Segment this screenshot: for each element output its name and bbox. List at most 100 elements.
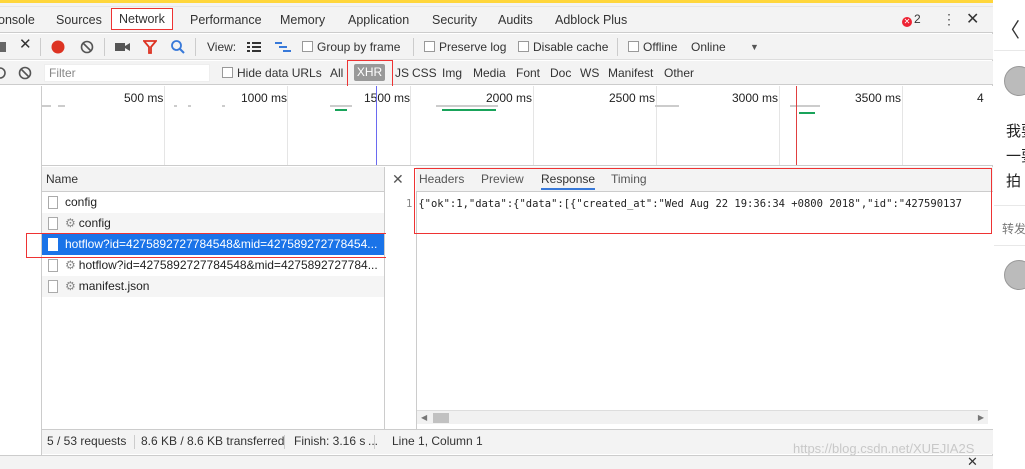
close-drawer-icon[interactable]: ✕: [967, 454, 978, 469]
devtools-tab-bar: onsole Sources Network Performance Memor…: [0, 7, 993, 33]
error-count: 2: [914, 12, 921, 26]
error-icon: ✕: [902, 17, 912, 27]
filter-type-js[interactable]: JS: [395, 65, 409, 81]
request-bar: [188, 105, 191, 107]
hide-data-urls-checkbox[interactable]: Hide data URLs: [222, 65, 322, 81]
tab-timing[interactable]: Timing: [611, 172, 647, 186]
drawer-strip: ✕: [0, 454, 993, 469]
large-request-rows-icon[interactable]: [247, 42, 261, 52]
divider: [994, 50, 1025, 51]
scroll-left-icon[interactable]: ◀: [421, 411, 427, 425]
avatar[interactable]: [1004, 260, 1025, 290]
filter-type-manifest[interactable]: Manifest: [608, 65, 653, 81]
throttling-select[interactable]: Online: [691, 39, 726, 55]
waterfall-overview-icon[interactable]: [275, 42, 291, 52]
tab-adblock-plus[interactable]: Adblock Plus: [555, 10, 627, 30]
tab-sources[interactable]: Sources: [56, 10, 102, 30]
grid-line: [902, 86, 903, 165]
timeline-label: 1500 ms: [364, 91, 411, 105]
tab-audits[interactable]: Audits: [498, 10, 533, 30]
repost-tab[interactable]: 转发: [1002, 220, 1025, 237]
load-marker: [796, 86, 797, 165]
tab-performance[interactable]: Performance: [190, 10, 262, 30]
details-divider: [416, 192, 417, 429]
filter-input[interactable]: Filter: [44, 64, 210, 82]
filter-type-ws[interactable]: WS: [580, 65, 599, 81]
group-by-frame-label: Group by frame: [317, 40, 401, 54]
filter-type-css[interactable]: CSS: [412, 65, 437, 81]
tab-console[interactable]: onsole: [0, 10, 35, 30]
name-column-header[interactable]: Name: [42, 167, 384, 192]
offline-label: Offline: [643, 40, 678, 54]
disable-cache-label: Disable cache: [533, 40, 609, 54]
gear-icon: ⚙: [65, 279, 76, 293]
tab-preview[interactable]: Preview: [481, 172, 524, 186]
tab-response[interactable]: Response: [541, 172, 596, 190]
cursor-position: Line 1, Column 1: [392, 434, 483, 448]
request-row[interactable]: config: [42, 192, 384, 213]
scrollbar-thumb[interactable]: [433, 413, 449, 423]
request-bar: [436, 105, 498, 107]
chevron-down-icon[interactable]: ▼: [750, 39, 759, 55]
status-divider: [134, 435, 135, 449]
grid-line: [164, 86, 165, 165]
tab-memory[interactable]: Memory: [280, 10, 325, 30]
filter-type-all[interactable]: All: [330, 65, 343, 81]
disable-cache-checkbox[interactable]: Disable cache: [518, 39, 608, 55]
tab-application[interactable]: Application: [348, 10, 409, 30]
grid-line: [779, 86, 780, 165]
throttling-value: Online: [691, 40, 726, 54]
request-name: manifest.json: [78, 279, 150, 293]
request-bar: [58, 105, 65, 107]
request-name-wrap: ⚙ manifest.json: [65, 276, 149, 297]
tab-security[interactable]: Security: [432, 10, 477, 30]
error-counter[interactable]: ✕ 2: [902, 12, 921, 27]
clear-icon[interactable]: [80, 40, 94, 54]
more-options-icon[interactable]: ⋮: [942, 11, 956, 28]
partial-icon: [0, 67, 6, 79]
domcontentloaded-marker: [376, 86, 377, 165]
close-details-icon[interactable]: ✕: [392, 171, 404, 188]
timeline-overview[interactable]: 500 ms 1000 ms 1500 ms 2000 ms 2500 ms 3…: [42, 86, 993, 166]
tab-headers[interactable]: Headers: [419, 172, 464, 186]
record-icon[interactable]: [51, 40, 65, 54]
back-arrow-icon[interactable]: 〈: [1000, 14, 1020, 43]
filter-type-font[interactable]: Font: [516, 65, 540, 81]
toolbar-divider: [195, 38, 196, 56]
group-by-frame-checkbox[interactable]: Group by frame: [302, 39, 400, 55]
details-tab-bar: Headers Preview Response Timing: [416, 167, 993, 192]
checkbox-box: [222, 67, 233, 78]
block-icon[interactable]: [18, 66, 32, 80]
close-devtools-button[interactable]: ✕: [966, 9, 979, 29]
grid-line: [287, 86, 288, 165]
request-bar: [174, 105, 177, 107]
request-row[interactable]: ⚙ config: [42, 213, 384, 234]
filter-funnel-icon[interactable]: [143, 40, 157, 54]
filter-type-media[interactable]: Media: [473, 65, 506, 81]
timeline-label: 3500 ms: [855, 91, 902, 105]
request-name-wrap: ⚙ hotflow?id=4275892727784548&mid=4275892…: [65, 255, 378, 276]
tab-network[interactable]: Network: [111, 8, 173, 30]
avatar[interactable]: [1004, 66, 1025, 96]
request-row-selected[interactable]: hotflow?id=4275892727784548&mid=42758927…: [42, 234, 384, 255]
offline-checkbox[interactable]: Offline: [628, 39, 677, 55]
horizontal-scrollbar[interactable]: ◀ ▶: [417, 410, 988, 424]
request-row[interactable]: ⚙ manifest.json: [42, 276, 384, 297]
hide-data-urls-label: Hide data URLs: [237, 66, 322, 80]
response-body[interactable]: 1 {"ok":1,"data":{"data":[{"created_at":"…: [406, 198, 962, 210]
watermark: https://blog.csdn.net/XUEJIA2S: [793, 441, 975, 456]
preserve-log-checkbox[interactable]: Preserve log: [424, 39, 506, 55]
timeline-label: 3000 ms: [732, 91, 779, 105]
filter-type-other[interactable]: Other: [664, 65, 694, 81]
scroll-right-icon[interactable]: ▶: [978, 411, 984, 425]
request-bar: [790, 105, 820, 107]
request-name-wrap: ⚙ config: [65, 213, 111, 234]
filter-type-img[interactable]: Img: [442, 65, 462, 81]
filter-type-doc[interactable]: Doc: [550, 65, 571, 81]
clear-filter-icon[interactable]: ✕: [19, 37, 32, 53]
request-row[interactable]: ⚙ hotflow?id=4275892727784548&mid=4275892…: [42, 255, 384, 276]
request-list: Name config ⚙ config hotflow?id=427589272…: [42, 167, 385, 429]
search-icon[interactable]: [171, 40, 185, 54]
network-toolbar: ✕ View: Group by frame Preserve log Disa…: [0, 34, 993, 60]
screenshot-camera-icon[interactable]: [115, 42, 130, 52]
